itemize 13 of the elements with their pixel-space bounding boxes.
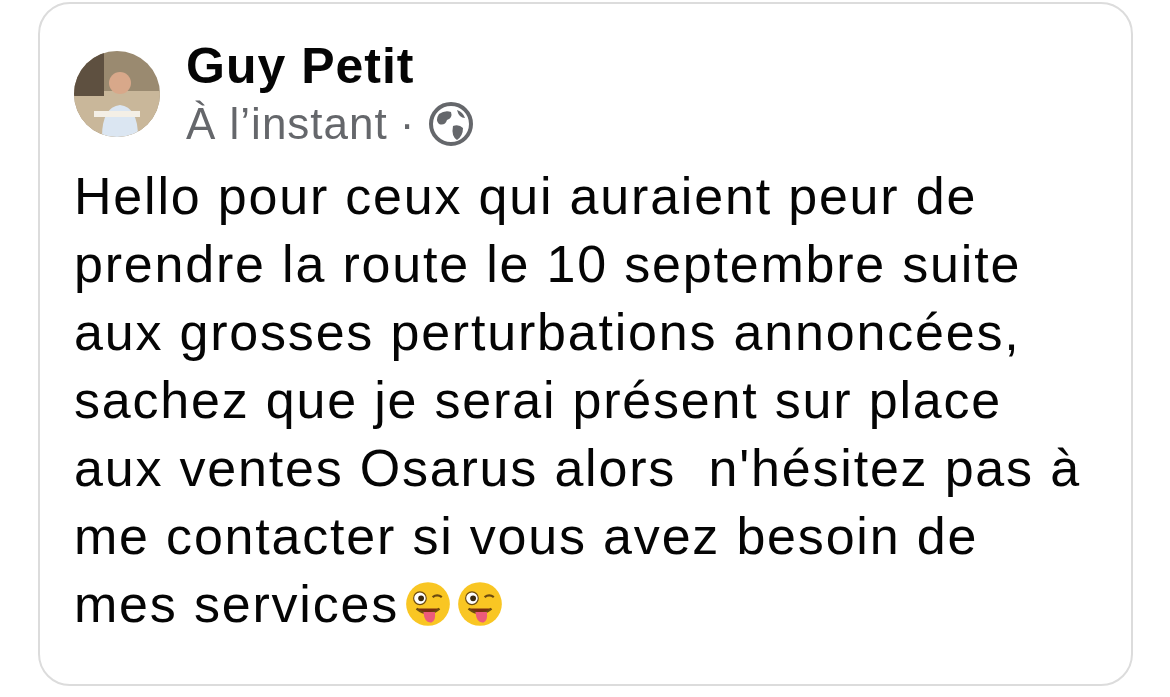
post-text-line: mes services: [74, 574, 399, 635]
separator-dot: ·: [399, 98, 416, 150]
post-text-line: aux ventes Osarus alors n'hésitez pas à: [74, 438, 1082, 499]
globe-icon[interactable]: [427, 100, 476, 148]
post-text-line: aux grosses perturbations annoncées,: [74, 302, 1022, 363]
post-text-line: me contacter si vous avez besoin de: [74, 506, 980, 567]
author-name[interactable]: Guy Petit: [186, 38, 476, 94]
post-text-line: prendre la route le 10 septembre suite: [74, 234, 1023, 295]
winking-tongue-face-icon: [457, 581, 503, 627]
post-text-line: sachez que je serai présent sur place: [74, 370, 1003, 431]
timestamp: À l’instant: [186, 98, 388, 150]
winking-tongue-face-icon: [405, 581, 451, 627]
post-text-line: Hello pour ceux qui auraient peur de: [74, 166, 979, 227]
